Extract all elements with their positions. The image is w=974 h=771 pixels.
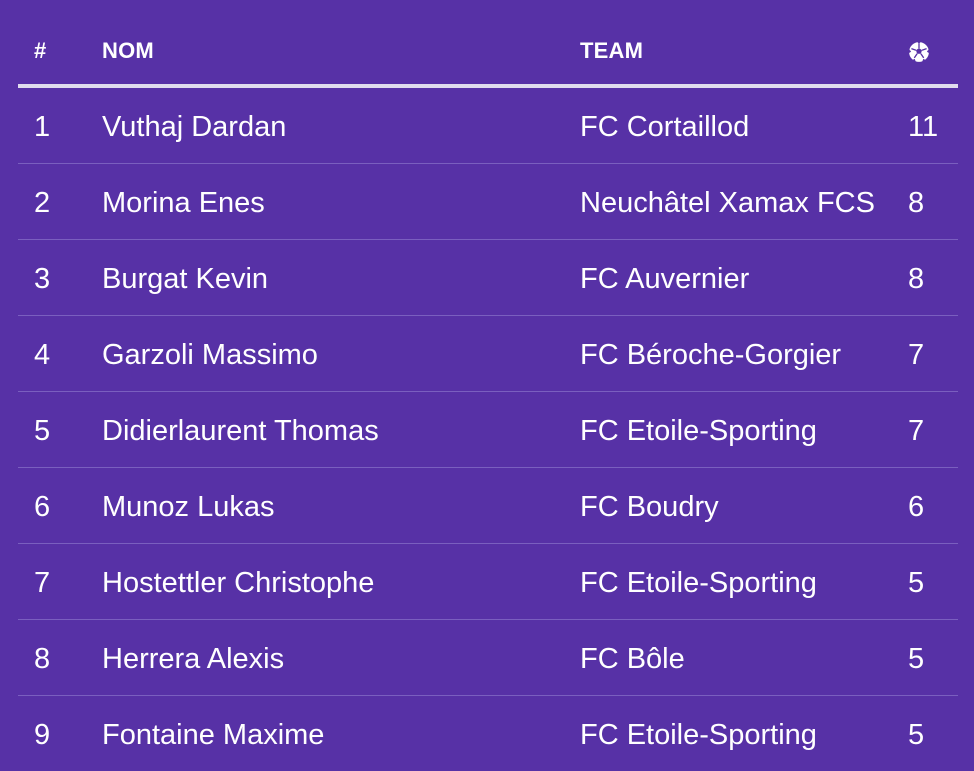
scorers-table: # NOM TEAM 1 Vuthaj Dardan FC Cortaillod… [18,0,958,771]
row-rank: 9 [34,719,51,751]
row-team: FC Boudry [580,491,719,523]
row-team: FC Cortaillod [580,111,750,143]
table-row[interactable]: 6 Munoz Lukas FC Boudry 6 [18,468,958,544]
table-header: # NOM TEAM [18,0,958,88]
row-goals: 7 [908,415,925,447]
row-player-name: Herrera Alexis [102,643,285,675]
row-player-name: Munoz Lukas [102,491,275,523]
header-rank: # [34,38,47,63]
row-player-name: Garzoli Massimo [102,339,318,371]
row-team: FC Bôle [580,643,685,675]
header-team: TEAM [580,38,644,63]
table-row[interactable]: 2 Morina Enes Neuchâtel Xamax FCS 8 [18,164,958,240]
row-goals: 8 [908,263,925,295]
row-goals: 5 [908,643,925,675]
table-row[interactable]: 5 Didierlaurent Thomas FC Etoile-Sportin… [18,392,958,468]
table-row[interactable]: 4 Garzoli Massimo FC Béroche-Gorgier 7 [18,316,958,392]
row-rank: 6 [34,491,51,523]
row-rank: 3 [34,263,51,295]
header-name: NOM [102,38,154,63]
row-team: FC Auvernier [580,263,750,295]
table-row[interactable]: 3 Burgat Kevin FC Auvernier 8 [18,240,958,316]
row-player-name: Vuthaj Dardan [102,111,287,143]
row-team: FC Etoile-Sporting [580,415,817,447]
soccer-ball-icon [907,40,931,64]
row-player-name: Fontaine Maxime [102,719,325,751]
row-team: FC Etoile-Sporting [580,719,817,751]
row-player-name: Burgat Kevin [102,263,269,295]
table-row[interactable]: 9 Fontaine Maxime FC Etoile-Sporting 5 [18,696,958,771]
row-goals: 7 [908,339,925,371]
row-goals: 8 [908,187,925,219]
row-player-name: Morina Enes [102,187,265,219]
row-goals: 5 [908,719,925,751]
row-rank: 4 [34,339,51,371]
row-team: FC Etoile-Sporting [580,567,817,599]
row-rank: 7 [34,567,51,599]
row-goals: 6 [908,491,925,523]
row-rank: 2 [34,187,51,219]
row-goals: 11 [908,111,939,143]
table-row[interactable]: 7 Hostettler Christophe FC Etoile-Sporti… [18,544,958,620]
row-team: FC Béroche-Gorgier [580,339,842,371]
row-team: Neuchâtel Xamax FCS [580,187,875,219]
row-rank: 8 [34,643,51,675]
table-row[interactable]: 8 Herrera Alexis FC Bôle 5 [18,620,958,696]
row-player-name: Hostettler Christophe [102,567,375,599]
row-rank: 5 [34,415,51,447]
row-goals: 5 [908,567,925,599]
table-row[interactable]: 1 Vuthaj Dardan FC Cortaillod 11 [18,88,958,164]
row-rank: 1 [34,111,51,143]
row-player-name: Didierlaurent Thomas [102,415,379,447]
